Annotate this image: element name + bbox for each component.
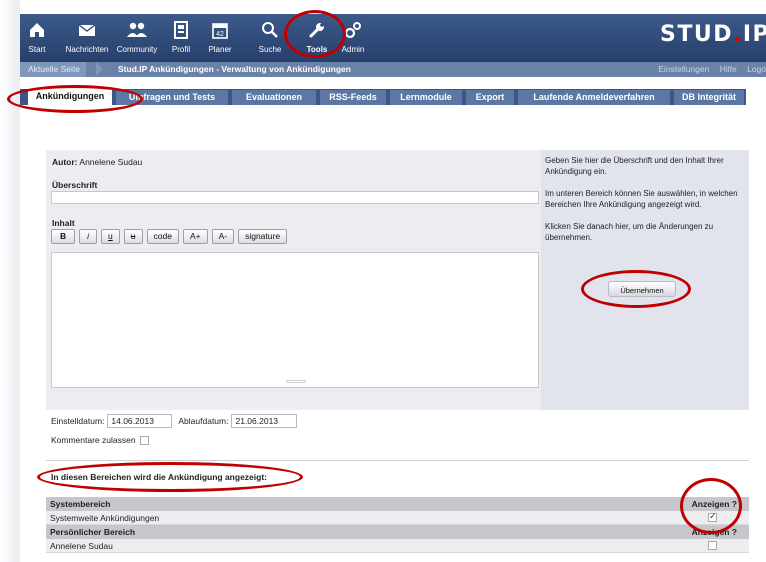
code-button[interactable]: code xyxy=(146,229,179,244)
areas-title: In diesen Bereichen wird die Ankündigung… xyxy=(51,472,267,482)
comments-label: Kommentare zulassen xyxy=(51,435,136,445)
signature-button[interactable]: signature xyxy=(238,229,288,244)
group-name: Systembereich xyxy=(50,499,111,509)
nav-label: Community xyxy=(116,45,158,54)
nav-label: Admin xyxy=(341,45,365,54)
help-text-1: Geben Sie hier die Überschrift und den I… xyxy=(545,156,724,176)
show-column-label: Anzeigen ? xyxy=(691,499,737,509)
nav-label: Suche xyxy=(258,45,282,54)
tab-announcements[interactable]: Ankündigungen xyxy=(28,89,112,105)
nav-community[interactable]: Community xyxy=(115,14,159,62)
comments-option: Kommentare zulassen xyxy=(51,435,149,445)
areas-table: Systembereich Anzeigen ? Systemweite Ank… xyxy=(46,497,749,553)
help-link[interactable]: Hilfe xyxy=(720,64,737,74)
tab-rss-feeds[interactable]: RSS-Feeds xyxy=(320,90,386,105)
italic-button[interactable]: i xyxy=(79,229,98,244)
start-date-input[interactable]: 14.06.2013 xyxy=(107,414,173,428)
svg-text:42: 42 xyxy=(216,31,224,38)
group-header-system: Systembereich Anzeigen ? xyxy=(46,497,749,511)
studip-logo[interactable]: STUD.IP xyxy=(660,22,766,47)
profile-icon xyxy=(166,18,196,42)
nav-messages[interactable]: Nachrichten xyxy=(58,14,116,62)
nav-label: Start xyxy=(28,45,46,54)
wrench-icon xyxy=(303,18,331,42)
group-name: Persönlicher Bereich xyxy=(50,527,136,537)
tab-learning-modules[interactable]: Lernmodule xyxy=(390,90,462,105)
settings-link[interactable]: Einstellungen xyxy=(658,64,709,74)
nav-planner[interactable]: 42 Planer xyxy=(205,14,235,62)
mail-icon xyxy=(58,18,116,42)
strikethrough-button[interactable]: u xyxy=(123,229,143,244)
font-larger-button[interactable]: A+ xyxy=(182,229,208,244)
nav-label: Nachrichten xyxy=(65,45,109,54)
show-column-label: Anzeigen ? xyxy=(691,527,737,537)
logo-text-end: IP xyxy=(742,22,766,47)
home-icon xyxy=(20,18,54,42)
help-panel: Geben Sie hier die Überschrift und den I… xyxy=(541,150,749,410)
group-header-personal: Persönlicher Bereich Anzeigen ? xyxy=(46,525,749,539)
tab-db-integrity[interactable]: DB Integrität xyxy=(674,90,744,105)
bold-button[interactable]: B xyxy=(51,229,76,244)
nav-tools[interactable]: Tools xyxy=(303,14,331,62)
content-textarea[interactable] xyxy=(51,252,539,388)
divider xyxy=(46,460,749,461)
heading-input[interactable] xyxy=(51,191,539,204)
nav-label: Tools xyxy=(306,45,328,54)
nav-admin[interactable]: Admin xyxy=(338,14,368,62)
breadcrumb-current[interactable]: Aktuelle Seite xyxy=(20,62,86,77)
breadcrumb: Aktuelle Seite Stud.IP Ankündigungen - V… xyxy=(20,62,766,77)
nav-start[interactable]: Start xyxy=(20,14,54,62)
nav-profile[interactable]: Profil xyxy=(166,14,196,62)
table-row: Annelene Sudau xyxy=(46,539,749,553)
apply-button[interactable]: Übernehmen xyxy=(608,281,676,297)
format-toolbar: B i u u code A+ A- signature xyxy=(51,229,288,246)
area-name: Systemweite Ankündigungen xyxy=(50,513,160,523)
nav-label: Profil xyxy=(171,45,191,54)
breadcrumb-arrow-icon xyxy=(96,62,103,76)
announcement-editor: Autor: Annelene Sudau Überschrift Inhalt… xyxy=(46,150,541,410)
help-text-3: Klicken Sie danach hier, um die Änderung… xyxy=(545,222,714,242)
header-links: Einstellungen Hilfe Logo xyxy=(650,64,766,74)
area-checkbox-system[interactable] xyxy=(708,511,717,522)
author-line: Autor: Annelene Sudau xyxy=(52,157,142,167)
underline-button[interactable]: u xyxy=(101,229,120,244)
area-name: Annelene Sudau xyxy=(50,541,113,551)
author-name: Annelene Sudau xyxy=(79,157,143,167)
start-date-label: Einstelldatum: xyxy=(51,416,105,426)
page-title: Stud.IP Ankündigungen - Verwaltung von A… xyxy=(118,64,351,74)
gears-icon xyxy=(338,18,368,42)
people-icon xyxy=(115,18,159,42)
resize-grip-icon[interactable] xyxy=(286,380,306,383)
search-icon xyxy=(254,18,286,42)
tab-bar: Ankündigungen Umfragen und Tests Evaluat… xyxy=(20,77,766,105)
page: Start Nachrichten Community Profil 42 Pl… xyxy=(0,0,766,562)
tab-registration[interactable]: Laufende Anmeldeverfahren xyxy=(518,90,670,105)
top-navigation: Start Nachrichten Community Profil 42 Pl… xyxy=(20,14,766,62)
help-text-2: Im unteren Bereich können Sie auswählen,… xyxy=(545,189,738,209)
page-shadow xyxy=(0,0,20,562)
end-date-input[interactable]: 21.06.2013 xyxy=(231,414,298,428)
comments-checkbox[interactable] xyxy=(139,435,149,445)
logout-link[interactable]: Logo xyxy=(747,64,766,74)
logo-dot: . xyxy=(732,22,743,47)
heading-label: Überschrift xyxy=(52,180,98,190)
date-fields: Einstelldatum: 14.06.2013 Ablaufdatum: 2… xyxy=(51,412,303,430)
end-date-label: Ablaufdatum: xyxy=(178,416,229,426)
author-label: Autor: xyxy=(52,157,78,167)
tab-surveys[interactable]: Umfragen und Tests xyxy=(116,90,228,105)
calendar-icon: 42 xyxy=(205,18,235,42)
nav-search[interactable]: Suche xyxy=(254,14,286,62)
font-smaller-button[interactable]: A- xyxy=(211,229,235,244)
tab-export[interactable]: Export xyxy=(466,90,514,105)
logo-text: STUD xyxy=(660,22,733,47)
nav-label: Planer xyxy=(208,45,232,54)
table-row: Systemweite Ankündigungen xyxy=(46,511,749,525)
tab-evaluations[interactable]: Evaluationen xyxy=(232,90,316,105)
area-checkbox-personal[interactable] xyxy=(708,541,717,550)
content-label: Inhalt xyxy=(52,218,75,228)
